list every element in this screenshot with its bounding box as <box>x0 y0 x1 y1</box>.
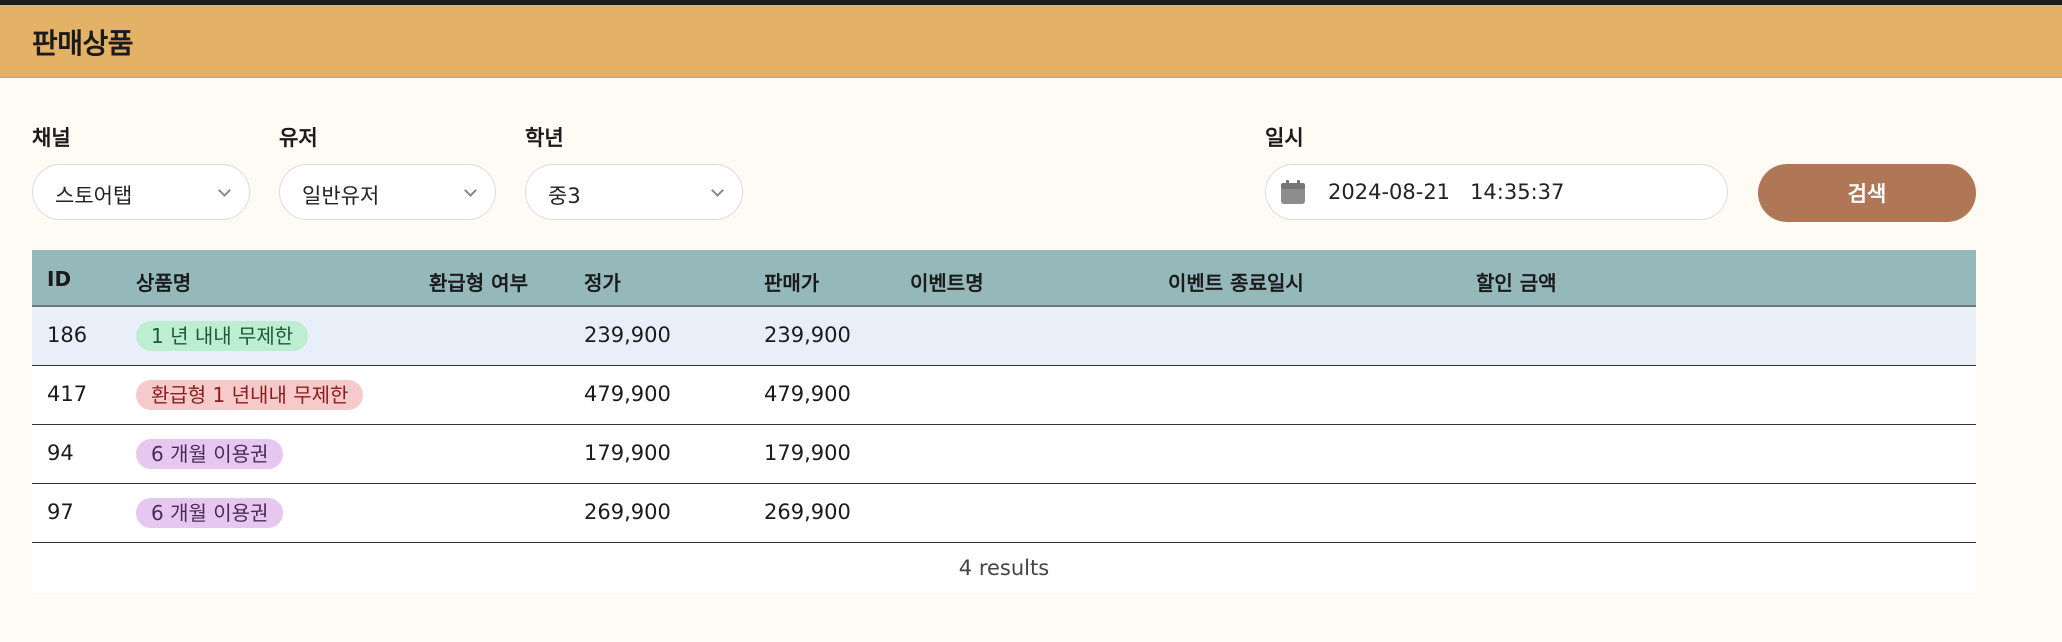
chevron-down-icon <box>218 184 231 197</box>
table-row[interactable]: 97 6 개월 이용권 269,900 269,900 <box>32 484 1976 543</box>
column-header-sale-price[interactable]: 판매가 <box>764 267 819 296</box>
row-price: 239,900 <box>584 323 671 347</box>
products-table: ID 상품명 환급형 여부 정가 판매가 이벤트명 이벤트 종료일시 할인 금액… <box>32 250 1976 593</box>
datetime-label: 일시 <box>1265 126 1304 150</box>
row-price: 269,900 <box>584 500 671 524</box>
datetime-value: 2024-08-21 14:35:37 <box>1328 180 1565 204</box>
channel-select-value: 스토어탭 <box>55 184 133 208</box>
table-row[interactable]: 417 환급형 1 년내내 무제한 479,900 479,900 <box>32 366 1976 425</box>
column-header-name[interactable]: 상품명 <box>136 267 191 296</box>
column-header-event-end[interactable]: 이벤트 종료일시 <box>1168 267 1304 296</box>
table-row[interactable]: 94 6 개월 이용권 179,900 179,900 <box>32 425 1976 484</box>
chevron-down-icon <box>464 184 477 197</box>
column-header-discount[interactable]: 할인 금액 <box>1476 267 1557 296</box>
row-price: 479,900 <box>584 382 671 406</box>
column-header-id[interactable]: ID <box>47 267 71 291</box>
column-header-refund[interactable]: 환급형 여부 <box>429 267 528 296</box>
product-name-tag: 6 개월 이용권 <box>136 498 284 528</box>
datetime-input[interactable]: 2024-08-21 14:35:37 <box>1265 164 1728 220</box>
product-name-tag: 환급형 1 년내내 무제한 <box>136 380 364 410</box>
table-footer: 4 results <box>32 543 1976 593</box>
row-sale-price: 239,900 <box>764 323 851 347</box>
row-id: 186 <box>47 323 88 347</box>
row-sale-price: 179,900 <box>764 441 851 465</box>
row-id: 94 <box>47 441 74 465</box>
table-row[interactable]: 186 1 년 내내 무제한 239,900 239,900 <box>32 307 1976 366</box>
table-header: ID 상품명 환급형 여부 정가 판매가 이벤트명 이벤트 종료일시 할인 금액 <box>32 250 1976 307</box>
row-id: 97 <box>47 500 74 524</box>
chevron-down-icon <box>711 184 724 197</box>
product-name-tag: 6 개월 이용권 <box>136 439 284 469</box>
grade-select-value: 중3 <box>548 184 581 208</box>
column-header-event-name[interactable]: 이벤트명 <box>910 267 984 296</box>
page-title: 판매상품 <box>32 27 134 60</box>
channel-label: 채널 <box>32 126 71 150</box>
grade-label: 학년 <box>525 126 564 150</box>
product-name-tag: 1 년 내내 무제한 <box>136 321 309 351</box>
row-sale-price: 269,900 <box>764 500 851 524</box>
calendar-icon <box>1280 180 1306 205</box>
column-header-price[interactable]: 정가 <box>584 267 621 296</box>
user-select[interactable]: 일반유저 <box>279 164 496 220</box>
user-label: 유저 <box>279 126 318 150</box>
user-select-value: 일반유저 <box>302 184 380 208</box>
channel-select[interactable]: 스토어탭 <box>32 164 250 220</box>
row-price: 179,900 <box>584 441 671 465</box>
grade-select[interactable]: 중3 <box>525 164 743 220</box>
row-sale-price: 479,900 <box>764 382 851 406</box>
page-header: 판매상품 <box>0 5 2062 78</box>
search-button[interactable]: 검색 <box>1758 164 1976 222</box>
row-id: 417 <box>47 382 88 406</box>
